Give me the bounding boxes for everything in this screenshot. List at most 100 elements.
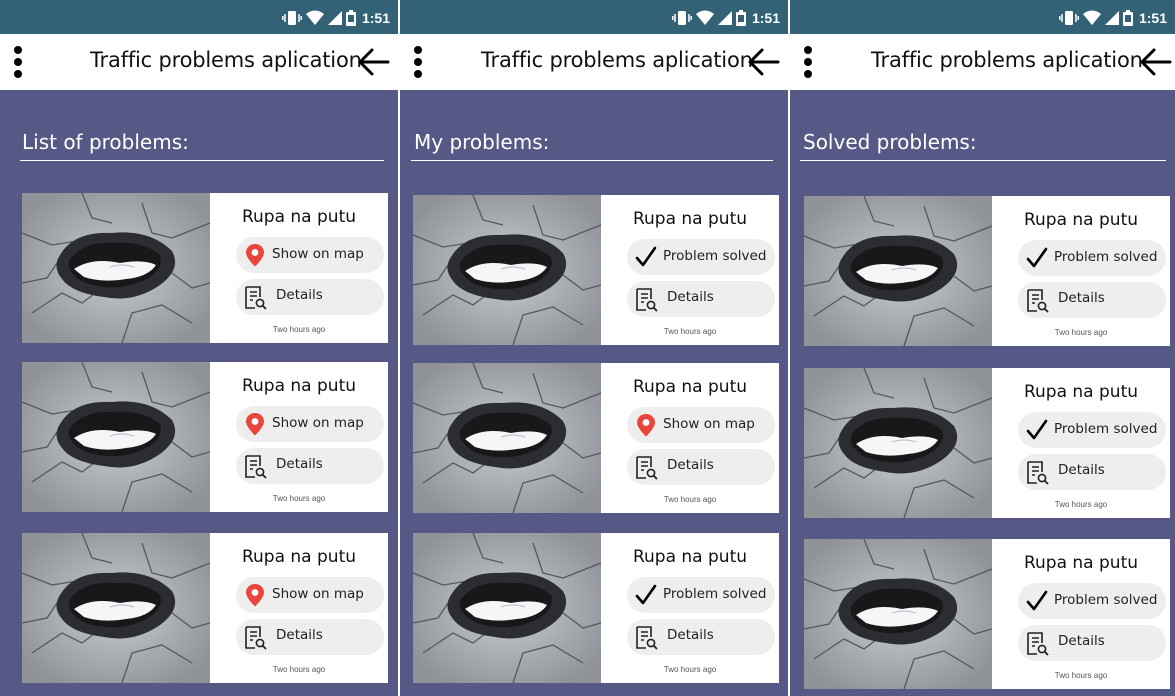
map-pin-icon — [246, 244, 264, 267]
wifi-icon — [695, 10, 714, 25]
problem-solved-button[interactable]: Problem solved — [627, 239, 775, 275]
action-label: Problem solved — [1054, 421, 1158, 437]
section-title: My problems: — [414, 130, 550, 154]
action-label: Problem solved — [1054, 592, 1158, 608]
details-button[interactable]: Details — [627, 449, 775, 485]
show-on-map-button[interactable]: Show on map — [627, 407, 775, 443]
details-label: Details — [276, 287, 323, 303]
action-label: Show on map — [663, 416, 755, 432]
details-label: Details — [1058, 462, 1105, 478]
timestamp: Two hours ago — [1054, 328, 1108, 337]
section-divider — [800, 160, 1166, 161]
document-search-icon — [1027, 461, 1049, 485]
problem-card[interactable]: Rupa na putu Problem solved Details Two hou… — [413, 533, 779, 683]
app-title: Traffic problems aplication — [871, 48, 1143, 72]
problem-title: Rupa na putu — [1023, 382, 1139, 402]
details-button[interactable]: Details — [236, 448, 384, 484]
pothole-image — [22, 533, 210, 683]
details-button[interactable]: Details — [627, 281, 775, 317]
map-pin-icon — [637, 414, 655, 437]
cell-signal-icon — [717, 11, 732, 25]
problem-solved-button[interactable]: Problem solved — [1018, 583, 1166, 619]
problem-title: Rupa na putu — [1023, 553, 1139, 573]
vibrate-icon — [282, 11, 302, 25]
details-button[interactable]: Details — [627, 619, 775, 655]
pothole-image — [804, 539, 992, 689]
show-on-map-button[interactable]: Show on map — [236, 237, 384, 273]
timestamp: Two hours ago — [1054, 671, 1108, 680]
back-arrow-icon[interactable] — [356, 46, 390, 78]
pothole-image — [804, 196, 992, 346]
wifi-icon — [305, 10, 324, 25]
document-search-icon — [245, 626, 267, 650]
app-bar: Traffic problems aplication — [0, 34, 398, 90]
details-button[interactable]: Details — [1018, 454, 1166, 490]
pothole-image — [22, 362, 210, 512]
problem-title: Rupa na putu — [241, 376, 357, 396]
problem-card[interactable]: Rupa na putu Problem solved Details Two hou… — [413, 195, 779, 345]
status-time: 1:51 — [1138, 10, 1167, 26]
more-menu-icon[interactable] — [802, 46, 814, 78]
pothole-image — [413, 533, 601, 683]
details-button[interactable]: Details — [236, 619, 384, 655]
status-time: 1:51 — [751, 10, 780, 26]
problem-title: Rupa na putu — [241, 547, 357, 567]
action-label: Show on map — [272, 415, 364, 431]
details-label: Details — [667, 627, 714, 643]
action-label: Show on map — [272, 586, 364, 602]
action-label: Problem solved — [1054, 249, 1158, 265]
timestamp: Two hours ago — [272, 665, 326, 674]
cell-signal-icon — [1104, 11, 1119, 25]
checkmark-icon — [1026, 590, 1048, 611]
back-arrow-icon[interactable] — [746, 46, 780, 78]
pothole-image — [22, 193, 210, 343]
details-label: Details — [667, 289, 714, 305]
show-on-map-button[interactable]: Show on map — [236, 406, 384, 442]
document-search-icon — [1027, 289, 1049, 313]
details-button[interactable]: Details — [1018, 625, 1166, 661]
timestamp: Two hours ago — [663, 495, 717, 504]
app-bar: Traffic problems aplication — [790, 34, 1175, 90]
problem-card[interactable]: Rupa na putu Problem solved Details Two hou… — [804, 196, 1170, 346]
problem-solved-button[interactable]: Problem solved — [1018, 412, 1166, 448]
problem-title: Rupa na putu — [1023, 210, 1139, 230]
pothole-image — [804, 368, 992, 518]
status-bar: 1:51 — [400, 0, 788, 34]
document-search-icon — [636, 288, 658, 312]
pothole-image — [413, 195, 601, 345]
problem-card[interactable]: Rupa na putu Show on map Details Two hours … — [413, 363, 779, 513]
phone-screen-2: 1:51 Traffic problems aplication My proble… — [400, 0, 788, 696]
timestamp: Two hours ago — [272, 494, 326, 503]
document-search-icon — [1027, 632, 1049, 656]
timestamp: Two hours ago — [1054, 500, 1108, 509]
details-button[interactable]: Details — [236, 279, 384, 315]
action-label: Problem solved — [663, 586, 767, 602]
map-pin-icon — [246, 584, 264, 607]
status-time: 1:51 — [361, 10, 390, 26]
document-search-icon — [245, 455, 267, 479]
action-label: Problem solved — [663, 248, 767, 264]
problem-card[interactable]: Rupa na putu Problem solved Details Two hou… — [804, 368, 1170, 518]
problem-title: Rupa na putu — [632, 547, 748, 567]
details-label: Details — [276, 627, 323, 643]
problem-card[interactable]: Rupa na putu Show on map Details Two hours … — [22, 533, 388, 683]
more-menu-icon[interactable] — [412, 46, 424, 78]
more-menu-icon[interactable] — [12, 46, 24, 78]
map-pin-icon — [246, 413, 264, 436]
back-arrow-icon[interactable] — [1138, 46, 1172, 78]
document-search-icon — [636, 456, 658, 480]
problem-card[interactable]: Rupa na putu Show on map Details Two hours … — [22, 193, 388, 343]
app-title: Traffic problems aplication — [90, 48, 362, 72]
details-label: Details — [276, 456, 323, 472]
problem-card[interactable]: Rupa na putu Problem solved Details Two hou… — [804, 539, 1170, 689]
show-on-map-button[interactable]: Show on map — [236, 577, 384, 613]
problem-solved-button[interactable]: Problem solved — [1018, 240, 1166, 276]
checkmark-icon — [635, 246, 657, 267]
vibrate-icon — [1059, 11, 1079, 25]
checkmark-icon — [635, 584, 657, 605]
problem-solved-button[interactable]: Problem solved — [627, 577, 775, 613]
details-button[interactable]: Details — [1018, 282, 1166, 318]
details-label: Details — [1058, 633, 1105, 649]
section-divider — [411, 160, 773, 161]
problem-card[interactable]: Rupa na putu Show on map Details Two hours … — [22, 362, 388, 512]
